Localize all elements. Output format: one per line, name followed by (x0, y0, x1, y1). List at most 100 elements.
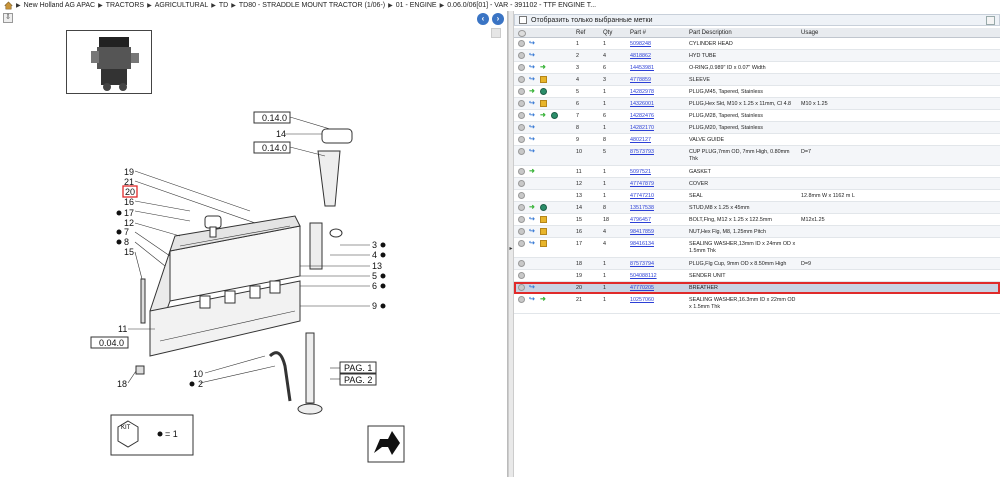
table-row[interactable]: ↪ 2 4 4818862 HYD TUBE (514, 50, 1000, 62)
green-arrow-icon[interactable]: ➜ (540, 112, 547, 119)
breadcrumb-item[interactable]: 01 - ENGINE (396, 2, 437, 9)
page-link-1[interactable]: PAG. 1 (344, 363, 372, 373)
table-row[interactable]: ➜ 14 8 13517538 STUD,M8 x 1.25 x 45mm (514, 202, 1000, 214)
globe-icon[interactable] (540, 204, 547, 211)
callout-20[interactable]: 20 (125, 187, 135, 197)
green-arrow-icon[interactable]: ➜ (529, 88, 536, 95)
table-row[interactable]: 18 1 87573794 PLUG,Flg Cup, 9mm OD x 8.50mm… (514, 258, 1000, 270)
part-number-link[interactable]: 4818862 (630, 53, 685, 60)
part-number-link[interactable]: 47747210 (630, 193, 685, 200)
callout-4[interactable]: 4 (372, 250, 377, 260)
callout-11[interactable]: 11 (118, 324, 127, 334)
part-number-link[interactable]: 4802127 (630, 137, 685, 144)
navigate-arrow-icon[interactable]: ↪ (529, 240, 536, 247)
info-icon[interactable] (518, 168, 525, 175)
part-number-link[interactable]: 5097521 (630, 169, 685, 176)
part-number-link[interactable]: 98416134 (630, 241, 685, 248)
callout-19[interactable]: 19 (124, 167, 134, 177)
table-row[interactable]: 12 1 47747879 COVER (514, 178, 1000, 190)
part-number-link[interactable]: 87573794 (630, 261, 685, 268)
filter-menu-button[interactable] (986, 16, 995, 25)
info-icon[interactable] (518, 148, 525, 155)
callout-3[interactable]: 3 (372, 240, 377, 250)
package-icon[interactable] (540, 228, 547, 235)
info-icon[interactable] (518, 228, 525, 235)
navigate-arrow-icon[interactable]: ↪ (529, 124, 536, 131)
callout-15[interactable]: 15 (124, 247, 134, 257)
table-row[interactable]: ↪ 16 4 98417859 NUT,Hex Flg, M8, 1.25mm Pitc… (514, 226, 1000, 238)
table-row[interactable]: ↪ ➜ 7 6 14282476 PLUG,M28, Tapered, Stainless (514, 110, 1000, 122)
callout-5[interactable]: 5 (372, 271, 377, 281)
breadcrumb-item[interactable]: 0.06.0/06[01] - VAR - 391102 - TTF ENGIN… (447, 2, 596, 9)
table-row[interactable]: ↪ ➜ 21 1 10257060 SEALING WASHER,16.3mm ID x … (514, 294, 1000, 314)
select-all-icon[interactable] (518, 30, 526, 37)
callout-17[interactable]: 17 (124, 208, 134, 218)
callout-18[interactable]: 18 (117, 379, 127, 389)
table-row[interactable]: ➜ 5 1 14282978 PLUG,M45, Tapered, Stainless (514, 86, 1000, 98)
part-number-link[interactable]: 504088112 (630, 273, 685, 280)
globe-icon[interactable] (551, 112, 558, 119)
breadcrumb-item[interactable]: TD (219, 2, 228, 9)
part-number-link[interactable]: 14453981 (630, 65, 685, 72)
table-row[interactable]: ↪ 6 1 14326001 PLUG,Hex Skt, M10 x 1.25 x 11… (514, 98, 1000, 110)
table-row[interactable]: 19 1 504088112 SENDER UNIT (514, 270, 1000, 282)
table-row[interactable]: ↪ 8 1 14282170 PLUG,M20, Tapered, Stainless (514, 122, 1000, 134)
navigate-arrow-icon[interactable]: ↪ (529, 76, 536, 83)
info-icon[interactable] (518, 112, 525, 119)
navigate-arrow-icon[interactable]: ↪ (529, 228, 536, 235)
part-number-link[interactable]: 14282978 (630, 89, 685, 96)
navigate-arrow-icon[interactable]: ↪ (529, 64, 536, 71)
breadcrumb-item[interactable]: TRACTORS (106, 2, 144, 9)
callout-14[interactable]: 14 (276, 129, 286, 139)
info-icon[interactable] (518, 284, 525, 291)
navigate-arrow-icon[interactable]: ↪ (529, 148, 536, 155)
part-number-link[interactable]: 5098248 (630, 41, 685, 48)
callout-13[interactable]: 13 (372, 261, 382, 271)
info-icon[interactable] (518, 136, 525, 143)
table-row[interactable]: 13 1 47747210 SEAL 12.8mm W x 1162 m L (514, 190, 1000, 202)
info-icon[interactable] (518, 76, 525, 83)
col-ref[interactable]: Ref (576, 30, 585, 36)
part-number-link[interactable]: 14282476 (630, 113, 685, 120)
green-arrow-icon[interactable]: ➜ (529, 168, 536, 175)
callout-7[interactable]: 7 (124, 227, 129, 237)
info-icon[interactable] (518, 240, 525, 247)
info-icon[interactable] (518, 52, 525, 59)
callout-6[interactable]: 6 (372, 281, 377, 291)
package-icon[interactable] (540, 216, 547, 223)
part-number-link[interactable]: 4778859 (630, 77, 685, 84)
col-qty[interactable]: Qty (603, 30, 612, 36)
navigate-arrow-icon[interactable]: ↪ (529, 296, 536, 303)
callout-10[interactable]: 10 (193, 369, 203, 379)
table-row[interactable]: ↪ 4 3 4778859 SLEEVE (514, 74, 1000, 86)
green-arrow-icon[interactable]: ➜ (529, 204, 536, 211)
navigate-arrow-icon[interactable]: ↪ (529, 216, 536, 223)
page-link-2[interactable]: PAG. 2 (344, 375, 372, 385)
callout-16[interactable]: 16 (124, 197, 134, 207)
info-icon[interactable] (518, 88, 525, 95)
info-icon[interactable] (518, 64, 525, 71)
table-row[interactable]: ↪ 1 1 5098248 CYLINDER HEAD (514, 38, 1000, 50)
info-icon[interactable] (518, 40, 525, 47)
globe-icon[interactable] (540, 88, 547, 95)
show-selected-checkbox[interactable] (519, 16, 527, 24)
info-icon[interactable] (518, 124, 525, 131)
callout-9[interactable]: 9 (372, 301, 377, 311)
splitter-grip-icon[interactable]: ▸ (509, 243, 513, 255)
breadcrumb-item[interactable]: TD80 - STRADDLE MOUNT TRACTOR (1/06-) (239, 2, 385, 9)
callout-2[interactable]: 2 (198, 379, 203, 389)
info-icon[interactable] (518, 272, 525, 279)
table-row[interactable]: ↪ 15 18 4796457 BOLT,Flng, M12 x 1.25 x 122.… (514, 214, 1000, 226)
info-icon[interactable] (518, 296, 525, 303)
navigate-arrow-icon[interactable]: ↪ (529, 52, 536, 59)
green-arrow-icon[interactable]: ➜ (540, 296, 547, 303)
home-icon[interactable] (4, 1, 13, 10)
table-row[interactable]: ↪ 10 5 87573793 CUP PLUG,7mm OD, 7mm High, 0… (514, 146, 1000, 166)
callout-8[interactable]: 8 (124, 237, 129, 247)
navigate-arrow-icon[interactable]: ↪ (529, 136, 536, 143)
table-row[interactable]: ↪ 17 4 98416134 SEALING WASHER,13mm ID x 24m… (514, 238, 1000, 258)
part-number-link[interactable]: 14282170 (630, 125, 685, 132)
table-row[interactable]: ↪ 20 1 47770205 BREATHER (514, 282, 1000, 294)
part-number-link[interactable]: 47747879 (630, 181, 685, 188)
navigate-arrow-icon[interactable]: ↪ (529, 284, 536, 291)
